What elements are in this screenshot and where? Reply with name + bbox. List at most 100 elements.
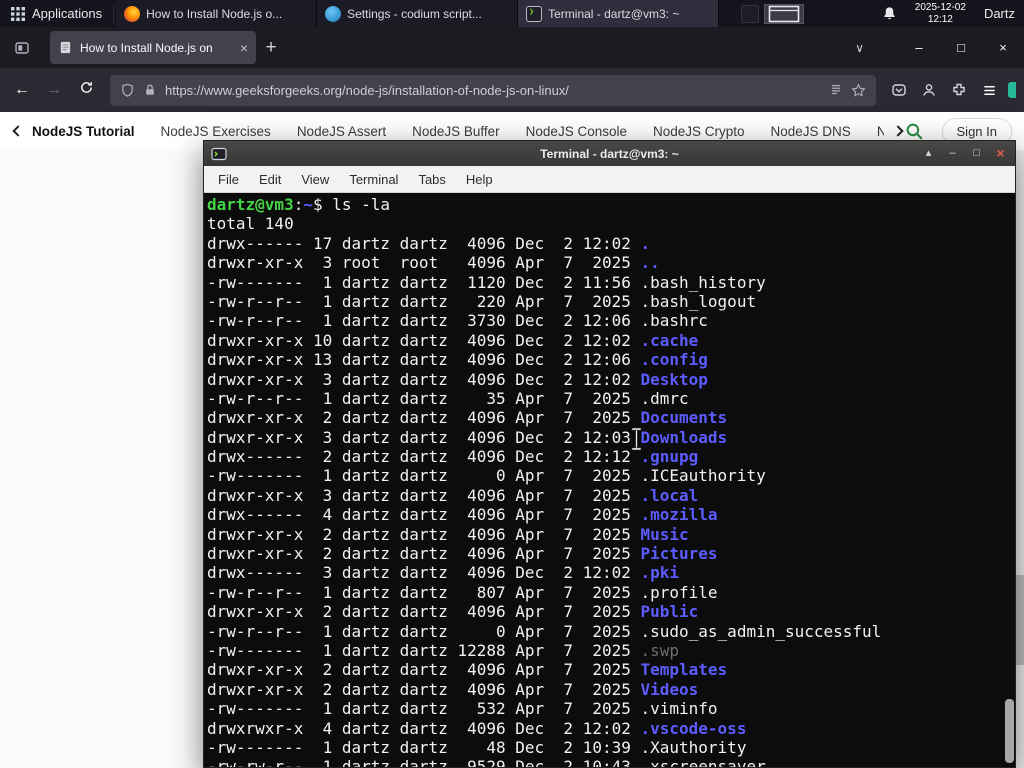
file-meta: drwxr-xr-x 3 root root 4096 Apr 7 2025 (207, 253, 641, 273)
terminal-titlebar[interactable]: Terminal - dartz@vm3: ~ ▴ – □ × (204, 141, 1015, 166)
file-meta: drwx------ 4 dartz dartz 4096 Apr 7 2025 (207, 505, 641, 525)
file-meta: drwxr-xr-x 3 dartz dartz 4096 Dec 2 12:0… (207, 427, 641, 447)
terminal-line: -rw------- 1 dartz dartz 12288 Apr 7 202… (207, 641, 1015, 660)
notification-bell-button[interactable] (873, 0, 906, 27)
panel-user[interactable]: Dartz (975, 0, 1024, 27)
terminal-minimize-button[interactable]: – (945, 141, 960, 166)
list-all-tabs-button[interactable]: ∨ (855, 41, 864, 55)
extensions-puzzle-icon (953, 83, 965, 96)
site-nav-link[interactable]: NodeJS Console (526, 124, 627, 139)
file-name: .gnupg (640, 447, 699, 467)
page-scrollbar[interactable] (1016, 150, 1024, 768)
terminal-line: drwxr-xr-x 2 dartz dartz 4096 Apr 7 2025… (207, 660, 1015, 679)
file-name: Public (640, 602, 699, 622)
taskbar-button-label: Settings - codium script... (347, 6, 482, 21)
terminal-line: drwxr-xr-x 3 dartz dartz 4096 Apr 7 2025… (207, 486, 1015, 505)
terminal-maximize-button[interactable]: □ (969, 141, 984, 166)
prompt-path: ~ (303, 195, 313, 214)
menu-item-tabs[interactable]: Tabs (408, 172, 455, 187)
file-meta: -rw------- 1 dartz dartz 532 Apr 7 2025 (207, 699, 641, 719)
terminal-line: -rw------- 1 dartz dartz 48 Dec 2 10:39 … (207, 738, 1015, 757)
firefox-view-button[interactable] (8, 34, 36, 62)
taskbar-button[interactable]: Terminal - dartz@vm3: ~ (518, 0, 720, 27)
back-button[interactable]: ← (8, 81, 36, 99)
taskbar-button[interactable]: How to Install Node.js o... (116, 0, 318, 27)
terminal-close-button[interactable]: × (993, 141, 1008, 166)
desktop: Applications How to Install Node.js o...… (0, 0, 1024, 768)
file-name: .pki (640, 563, 680, 583)
site-nav-link[interactable]: NodeJS Buffer (412, 124, 500, 139)
url-bar[interactable]: https://www.geeksforgeeks.org/node-js/in… (110, 74, 876, 106)
terminal-line: drwx------ 3 dartz dartz 4096 Dec 2 12:0… (207, 563, 1015, 582)
menu-item-view[interactable]: View (291, 172, 339, 187)
site-nav-link[interactable]: NodeJS Crypto (653, 124, 745, 139)
file-meta: drwxrwxr-x 4 dartz dartz 4096 Dec 2 12:0… (207, 718, 641, 738)
tab-close-button[interactable]: × (240, 40, 248, 56)
terminal-output: drwx------ 17 dartz dartz 4096 Dec 2 12:… (207, 234, 1015, 767)
terminal-line: drwxr-xr-x 3 dartz dartz 4096 Dec 2 12:0… (207, 428, 1015, 447)
panel-user-label: Dartz (983, 6, 1015, 21)
menu-item-edit[interactable]: Edit (249, 172, 291, 187)
site-nav-link[interactable]: NodeJS DNS (771, 124, 851, 139)
close-button[interactable]: × (990, 40, 1016, 55)
file-meta: -rw-r--r-- 1 dartz dartz 35 Apr 7 2025 (207, 388, 641, 408)
bookmark-star-icon[interactable] (851, 82, 866, 98)
taskbar-button[interactable]: Settings - codium script... (317, 0, 519, 27)
terminal-line: -rw-r--r-- 1 dartz dartz 35 Apr 7 2025 .… (207, 389, 1015, 408)
browser-toolbar: ← → https://www.geeksforgeeks.org/node-j… (0, 68, 1024, 112)
file-name: .Xauthority (640, 737, 747, 757)
file-name: .bash_logout (640, 291, 757, 311)
file-name: Templates (640, 660, 728, 680)
maximize-button[interactable]: □ (948, 40, 974, 55)
tab-bar: How to Install Node.js on × + ∨ – □ × (0, 27, 1024, 68)
file-meta: drwxr-xr-x 10 dartz dartz 4096 Dec 2 12:… (207, 330, 641, 350)
file-meta: drwx------ 3 dartz dartz 4096 Dec 2 12:0… (207, 563, 641, 583)
terminal-line: -rw------- 1 dartz dartz 532 Apr 7 2025 … (207, 699, 1015, 718)
tracking-shield-icon (122, 83, 133, 97)
minimize-button[interactable]: – (906, 40, 932, 55)
chevron-down-icon: ∨ (855, 40, 864, 55)
tray-icon[interactable] (741, 4, 760, 23)
shade-button[interactable]: ▴ (921, 141, 936, 166)
nav-scroll-left-icon[interactable] (12, 125, 24, 137)
reader-mode-icon[interactable] (829, 83, 843, 97)
site-nav-link[interactable]: NodeJS Exercises (161, 124, 271, 139)
forward-button[interactable]: → (40, 81, 68, 99)
page-scrollbar-thumb[interactable] (1016, 575, 1024, 665)
applications-menu[interactable]: Applications (0, 0, 113, 27)
prompt-command: ls -la (332, 195, 391, 214)
extensions-button[interactable] (946, 77, 972, 103)
reload-button[interactable] (72, 80, 100, 100)
clock-time: 12:12 (927, 13, 953, 25)
site-nav-link[interactable]: NodeJS Tutorial (32, 124, 135, 139)
app-menu-button[interactable] (976, 77, 1002, 103)
file-name: .swp (640, 640, 680, 660)
terminal-scrollbar-thumb[interactable] (1005, 699, 1014, 763)
panel-clock[interactable]: 2025-12-02 12:12 (906, 0, 975, 27)
file-meta: drwxr-xr-x 13 dartz dartz 4096 Dec 2 12:… (207, 350, 641, 370)
terminal-content[interactable]: dartz@vm3:~$ ls -la total 140 drwx------… (204, 193, 1015, 767)
terminal-line: drwxr-xr-x 2 dartz dartz 4096 Apr 7 2025… (207, 408, 1015, 427)
menu-item-help[interactable]: Help (456, 172, 503, 187)
file-name: Pictures (640, 544, 718, 564)
account-button[interactable] (916, 77, 942, 103)
terminal-line: drwxr-xr-x 2 dartz dartz 4096 Apr 7 2025… (207, 544, 1015, 563)
file-meta: -rw------- 1 dartz dartz 48 Dec 2 10:39 (207, 737, 641, 757)
terminal-line: drwxr-xr-x 10 dartz dartz 4096 Dec 2 12:… (207, 331, 1015, 350)
menu-item-terminal[interactable]: Terminal (339, 172, 408, 187)
terminal-line: -rw-rw-r-- 1 dartz dartz 9529 Dec 2 10:4… (207, 757, 1015, 767)
file-name: .config (640, 350, 708, 370)
site-nav-link[interactable]: Node (877, 124, 884, 139)
workspace-pager[interactable] (764, 3, 805, 24)
terminal-icon (526, 5, 543, 22)
menu-item-file[interactable]: File (208, 172, 249, 187)
browser-tab[interactable]: How to Install Node.js on × (50, 31, 256, 64)
file-name: .vscode-oss (640, 718, 747, 738)
file-meta: drwxr-xr-x 2 dartz dartz 4096 Apr 7 2025 (207, 524, 641, 544)
terminal-line: drwxrwxr-x 4 dartz dartz 4096 Dec 2 12:0… (207, 719, 1015, 738)
pinned-extension-icon[interactable] (1008, 82, 1016, 98)
pocket-button[interactable] (886, 77, 912, 103)
new-tab-button[interactable]: + (256, 37, 286, 59)
site-nav-link[interactable]: NodeJS Assert (297, 124, 386, 139)
terminal-line: -rw-r--r-- 1 dartz dartz 220 Apr 7 2025 … (207, 292, 1015, 311)
